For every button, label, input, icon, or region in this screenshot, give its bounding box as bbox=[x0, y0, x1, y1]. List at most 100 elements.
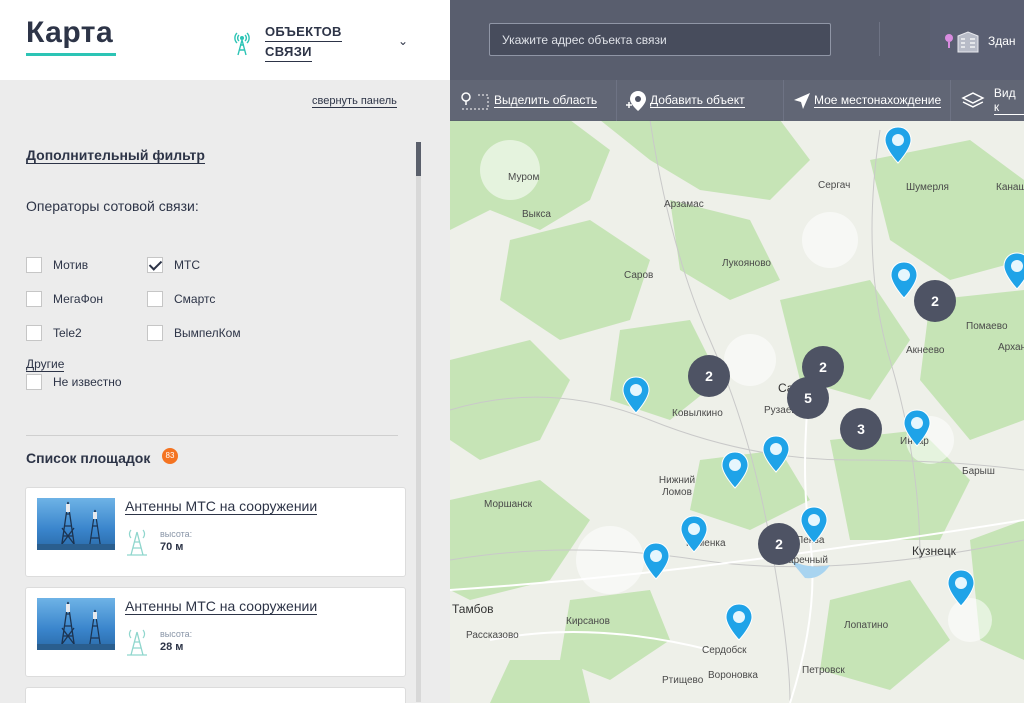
divider bbox=[26, 435, 398, 436]
divider bbox=[616, 80, 617, 121]
add-object-tool[interactable]: Добавить объект bbox=[624, 80, 745, 121]
operator-checkbox-megafon[interactable]: МегаФон bbox=[26, 291, 103, 307]
location-pin-icon[interactable] bbox=[884, 126, 912, 164]
map-toolbar: Выделить область Добавить объект Мое мес… bbox=[450, 80, 1024, 121]
operator-checkbox-smarts[interactable]: Смартс bbox=[147, 291, 215, 307]
operator-label: МТС bbox=[174, 258, 200, 272]
operator-checkbox-unknown[interactable]: Не известно bbox=[26, 374, 122, 390]
town-label: Нижний Ломов bbox=[658, 475, 696, 498]
location-arrow-icon bbox=[794, 92, 810, 109]
operator-label: Tele2 bbox=[53, 326, 82, 340]
divider bbox=[950, 80, 951, 121]
buildings-toggle[interactable]: Здан bbox=[944, 28, 1016, 54]
location-pin-icon[interactable] bbox=[642, 542, 670, 580]
town-label: Шумерля bbox=[906, 182, 949, 193]
site-photo bbox=[37, 498, 115, 550]
object-type-line2: СВЯЗИ bbox=[265, 42, 312, 62]
checkbox[interactable] bbox=[147, 325, 163, 341]
select-area-tool[interactable]: Выделить область bbox=[458, 80, 598, 121]
site-title[interactable]: Антенны МТС на сооружении bbox=[125, 498, 318, 515]
town-label: Рассказово bbox=[466, 630, 519, 641]
additional-filter-title[interactable]: Дополнительный фильтр bbox=[26, 147, 205, 164]
cluster-marker[interactable]: 3 bbox=[840, 408, 882, 450]
checkbox[interactable] bbox=[147, 291, 163, 307]
buildings-label: Здан bbox=[988, 34, 1016, 48]
town-label: Канаш bbox=[996, 182, 1024, 193]
location-pin-icon[interactable] bbox=[762, 435, 790, 473]
my-location-tool[interactable]: Мое местонахождение bbox=[790, 80, 942, 121]
filter-panel: свернуть панель Дополнительный фильтр Оп… bbox=[0, 80, 450, 703]
site-card[interactable]: Антенны МТС на сооружении высота: 70 м bbox=[25, 487, 406, 577]
checkbox[interactable] bbox=[26, 325, 42, 341]
antenna-photo-icon bbox=[37, 501, 115, 550]
location-pin-icon[interactable] bbox=[903, 409, 931, 447]
divider bbox=[783, 80, 784, 121]
cluster-marker[interactable]: 2 bbox=[914, 280, 956, 322]
location-pin-icon[interactable] bbox=[890, 261, 918, 299]
add-pin-icon bbox=[626, 90, 646, 111]
town-label: Арзамас bbox=[664, 199, 704, 210]
operator-label: Мотив bbox=[53, 258, 89, 272]
antenna-photo-icon bbox=[37, 601, 115, 650]
cluster-marker[interactable]: 5 bbox=[787, 377, 829, 419]
site-photo bbox=[37, 598, 115, 650]
operator-checkbox-vimpelcom[interactable]: ВымпелКом bbox=[147, 325, 241, 341]
buildings-filter[interactable]: Здан bbox=[930, 0, 1024, 80]
town-label: Кузнецк bbox=[912, 544, 956, 558]
town-label: Вороновка bbox=[708, 670, 758, 681]
operator-label: ВымпелКом bbox=[174, 326, 241, 340]
other-operators-label[interactable]: Другие bbox=[26, 357, 65, 372]
height-label: высота: bbox=[160, 529, 193, 539]
location-pin-icon[interactable] bbox=[725, 603, 753, 641]
town-label: Муром bbox=[508, 172, 540, 183]
cluster-marker[interactable]: 2 bbox=[758, 523, 800, 565]
chevron-down-icon[interactable]: ⌄ bbox=[398, 34, 408, 48]
town-label: Моршанск bbox=[484, 499, 533, 510]
town-label: Помаево bbox=[966, 321, 1008, 332]
app-header: Карта ОБЪЕКТОВ СВЯЗИ ⌄ bbox=[0, 0, 450, 80]
location-pin-icon[interactable] bbox=[1003, 252, 1024, 290]
checkbox[interactable] bbox=[26, 257, 42, 273]
town-label: Сергач bbox=[818, 180, 851, 191]
town-label: Тамбов bbox=[452, 602, 494, 616]
panel-scrollbar[interactable] bbox=[416, 142, 421, 702]
height-label: высота: bbox=[160, 629, 193, 639]
operator-checkbox-mts[interactable]: МТС bbox=[147, 257, 200, 273]
location-pin-icon[interactable] bbox=[680, 515, 708, 553]
town-label: Выкса bbox=[522, 209, 551, 220]
town-label: Лопатино bbox=[844, 620, 889, 631]
map[interactable]: Муром Выкса Арзамас Сергач Шумерля Канаш… bbox=[450, 0, 1024, 703]
operator-label: МегаФон bbox=[53, 292, 104, 306]
town-label: Лукояново bbox=[722, 258, 771, 269]
divider bbox=[879, 22, 880, 56]
location-pin-icon[interactable] bbox=[721, 451, 749, 489]
sites-count-badge: 83 bbox=[162, 448, 178, 464]
select-area-icon bbox=[461, 91, 489, 109]
cluster-marker[interactable]: 2 bbox=[688, 355, 730, 397]
object-type-label[interactable]: ОБЪЕКТОВ СВЯЗИ bbox=[265, 22, 342, 62]
location-pin-icon[interactable] bbox=[622, 376, 650, 414]
town-label: Петровск bbox=[802, 665, 845, 676]
site-card[interactable] bbox=[25, 687, 406, 703]
logo[interactable]: Карта bbox=[26, 16, 113, 50]
site-title[interactable]: Антенны МТС на сооружении bbox=[125, 598, 318, 615]
operator-label: Не известно bbox=[53, 375, 122, 389]
tower-icon bbox=[127, 629, 147, 656]
site-card[interactable]: Антенны МТС на сооружении высота: 28 м bbox=[25, 587, 406, 677]
address-search-input[interactable] bbox=[489, 23, 831, 56]
town-label: Ковылкино bbox=[672, 408, 723, 419]
location-pin-icon[interactable] bbox=[947, 569, 975, 607]
scroll-thumb[interactable] bbox=[416, 142, 421, 176]
town-label: Барыш bbox=[962, 466, 995, 477]
collapse-panel-link[interactable]: свернуть панель bbox=[312, 95, 397, 108]
tower-icon bbox=[127, 529, 147, 556]
view-tool[interactable]: Вид к bbox=[960, 80, 1024, 121]
checkbox[interactable] bbox=[26, 291, 42, 307]
height-value: 28 м bbox=[160, 641, 184, 653]
checkbox-checked[interactable] bbox=[147, 257, 163, 273]
checkbox[interactable] bbox=[26, 374, 42, 390]
operator-checkbox-tele2[interactable]: Tele2 bbox=[26, 325, 82, 341]
operator-checkbox-motiv[interactable]: Мотив bbox=[26, 257, 88, 273]
location-pin-icon[interactable] bbox=[800, 506, 828, 544]
object-type-select[interactable]: ОБЪЕКТОВ СВЯЗИ ⌄ bbox=[232, 20, 422, 62]
